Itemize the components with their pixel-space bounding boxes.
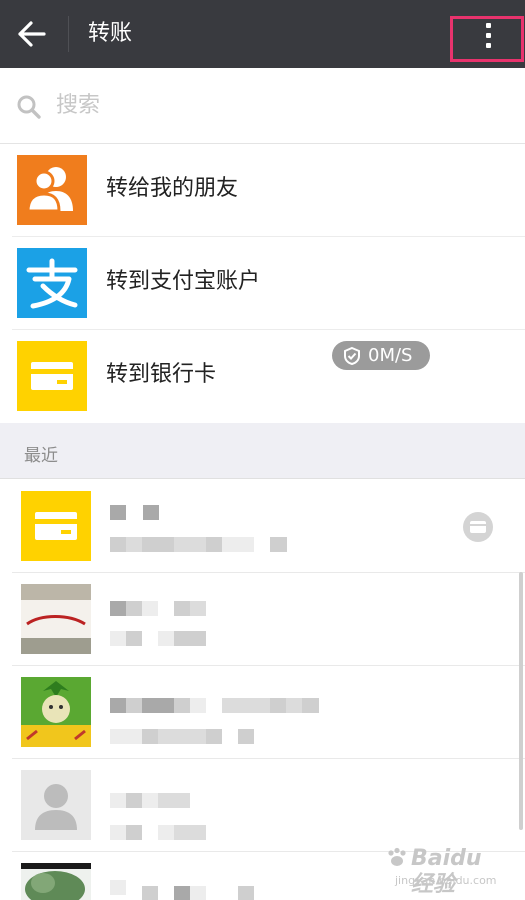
option-label: 转给我的朋友 — [106, 176, 239, 201]
blurred-detail — [110, 631, 126, 646]
blurred-name — [110, 880, 126, 895]
back-button[interactable] — [16, 18, 52, 50]
transfer-to-alipay-option[interactable]: 转到支付宝账户 — [0, 237, 525, 330]
recent-section-header: 最近 — [0, 423, 525, 479]
blurred-name — [110, 505, 126, 520]
blurred-detail — [110, 537, 126, 552]
page-title: 转账 — [88, 21, 133, 46]
blurred-name — [110, 793, 126, 808]
recent-contact-row[interactable] — [0, 666, 525, 759]
recent-contact-row[interactable] — [0, 480, 525, 573]
option-label: 转到银行卡 — [106, 362, 217, 387]
network-speed-badge: 0M/S — [332, 341, 430, 370]
speed-text: 0M/S — [368, 345, 413, 366]
bank-card-icon — [21, 491, 91, 561]
default-user-icon — [21, 770, 91, 840]
header-divider — [68, 16, 69, 52]
tree-photo-avatar — [21, 863, 91, 900]
recent-contact-row[interactable] — [0, 573, 525, 666]
top-bar: 转账 — [0, 0, 525, 68]
alipay-icon — [17, 248, 87, 318]
recent-contact-row[interactable] — [0, 759, 525, 852]
paw-icon — [388, 847, 406, 866]
baidu-watermark: Baidu 经验 jingyan.baidu.com — [385, 842, 505, 897]
option-label: 转到支付宝账户 — [106, 269, 261, 294]
section-title: 最近 — [24, 446, 58, 466]
friends-icon — [17, 155, 87, 225]
transfer-to-bank-card-option[interactable]: 转到银行卡 — [0, 330, 525, 423]
blurred-detail — [110, 729, 142, 744]
more-vertical-icon — [486, 23, 492, 53]
more-options-button[interactable] — [450, 16, 524, 62]
blurred-name — [110, 601, 126, 616]
blurred-name — [110, 698, 126, 713]
watermark-text: Baidu 经验 — [411, 846, 482, 897]
scrollbar[interactable] — [519, 572, 523, 830]
watermark-url: jingyan.baidu.com — [395, 874, 497, 887]
bank-card-icon — [17, 341, 87, 411]
blurred-detail — [110, 825, 126, 840]
search-icon — [17, 95, 41, 119]
search-bar[interactable]: 搜索 — [0, 68, 525, 144]
cartoon-avatar — [21, 677, 91, 747]
shield-check-icon — [344, 346, 360, 366]
arrow-left-icon — [18, 21, 46, 47]
search-placeholder: 搜索 — [56, 93, 101, 118]
photo-avatar — [21, 584, 91, 654]
card-icon[interactable] — [462, 511, 494, 543]
transfer-to-friend-option[interactable]: 转给我的朋友 — [0, 144, 525, 237]
